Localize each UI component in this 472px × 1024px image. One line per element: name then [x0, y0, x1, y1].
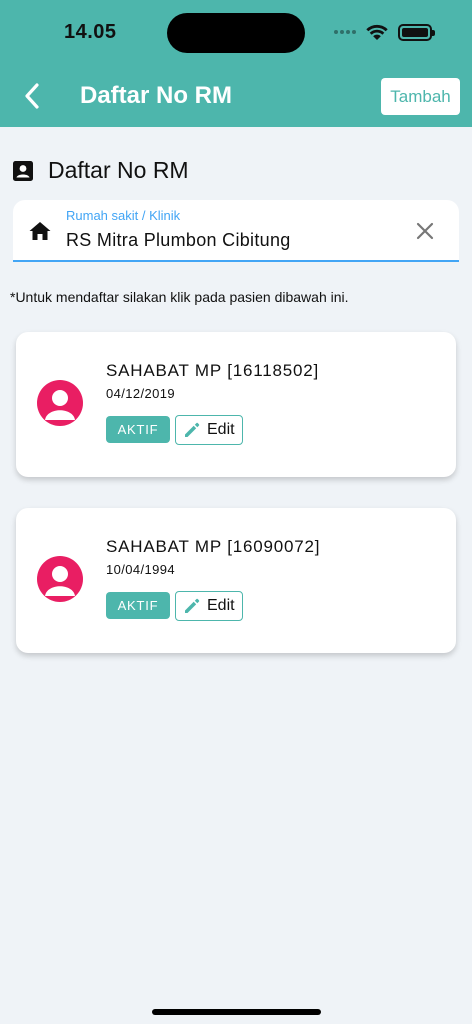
pencil-icon [185, 598, 200, 613]
status-icons [334, 22, 435, 42]
signal-icon [334, 30, 356, 34]
person-icon [45, 566, 75, 596]
edit-button-label: Edit [207, 597, 235, 614]
add-button[interactable]: Tambah [381, 78, 460, 115]
edit-button-label: Edit [207, 421, 235, 438]
patient-card[interactable]: SAHABAT MP [16090072] 10/04/1994 AKTIF E… [16, 508, 456, 653]
page-title: Daftar No RM [80, 82, 233, 109]
contact-card-icon [13, 160, 33, 181]
edit-button[interactable]: Edit [175, 415, 243, 445]
avatar [37, 556, 83, 602]
home-indicator [152, 1009, 321, 1015]
dynamic-island [167, 13, 305, 53]
hospital-select-field[interactable]: Rumah sakit / Klinik RS Mitra Plumbon Ci… [13, 200, 459, 262]
close-icon[interactable] [416, 222, 434, 240]
person-icon [45, 390, 75, 420]
edit-button[interactable]: Edit [175, 591, 243, 621]
section-title: Daftar No RM [48, 157, 189, 183]
patient-date: 04/12/2019 [106, 386, 176, 401]
avatar [37, 380, 83, 426]
home-icon [29, 222, 51, 240]
pencil-icon [185, 422, 200, 437]
app-bar: 14.05 Daftar No RM Tambah [0, 0, 472, 127]
status-badge: AKTIF [106, 592, 170, 619]
section-header: Daftar No RM [12, 157, 189, 184]
wifi-icon [366, 24, 388, 40]
status-badge: AKTIF [106, 416, 170, 443]
instruction-text: *Untuk mendaftar silakan klik pada pasie… [10, 289, 349, 305]
battery-icon [398, 23, 435, 41]
patient-name: SAHABAT MP [16118502] [106, 361, 320, 380]
patient-card[interactable]: SAHABAT MP [16118502] 04/12/2019 AKTIF E… [16, 332, 456, 477]
back-button[interactable] [18, 80, 46, 112]
status-time: 14.05 [64, 21, 117, 43]
hospital-field-label: Rumah sakit / Klinik [66, 208, 181, 223]
patient-date: 10/04/1994 [106, 562, 176, 577]
patient-name: SAHABAT MP [16090072] [106, 537, 321, 556]
hospital-field-value[interactable]: RS Mitra Plumbon Cibitung [66, 230, 291, 251]
back-chevron-icon [25, 83, 39, 109]
